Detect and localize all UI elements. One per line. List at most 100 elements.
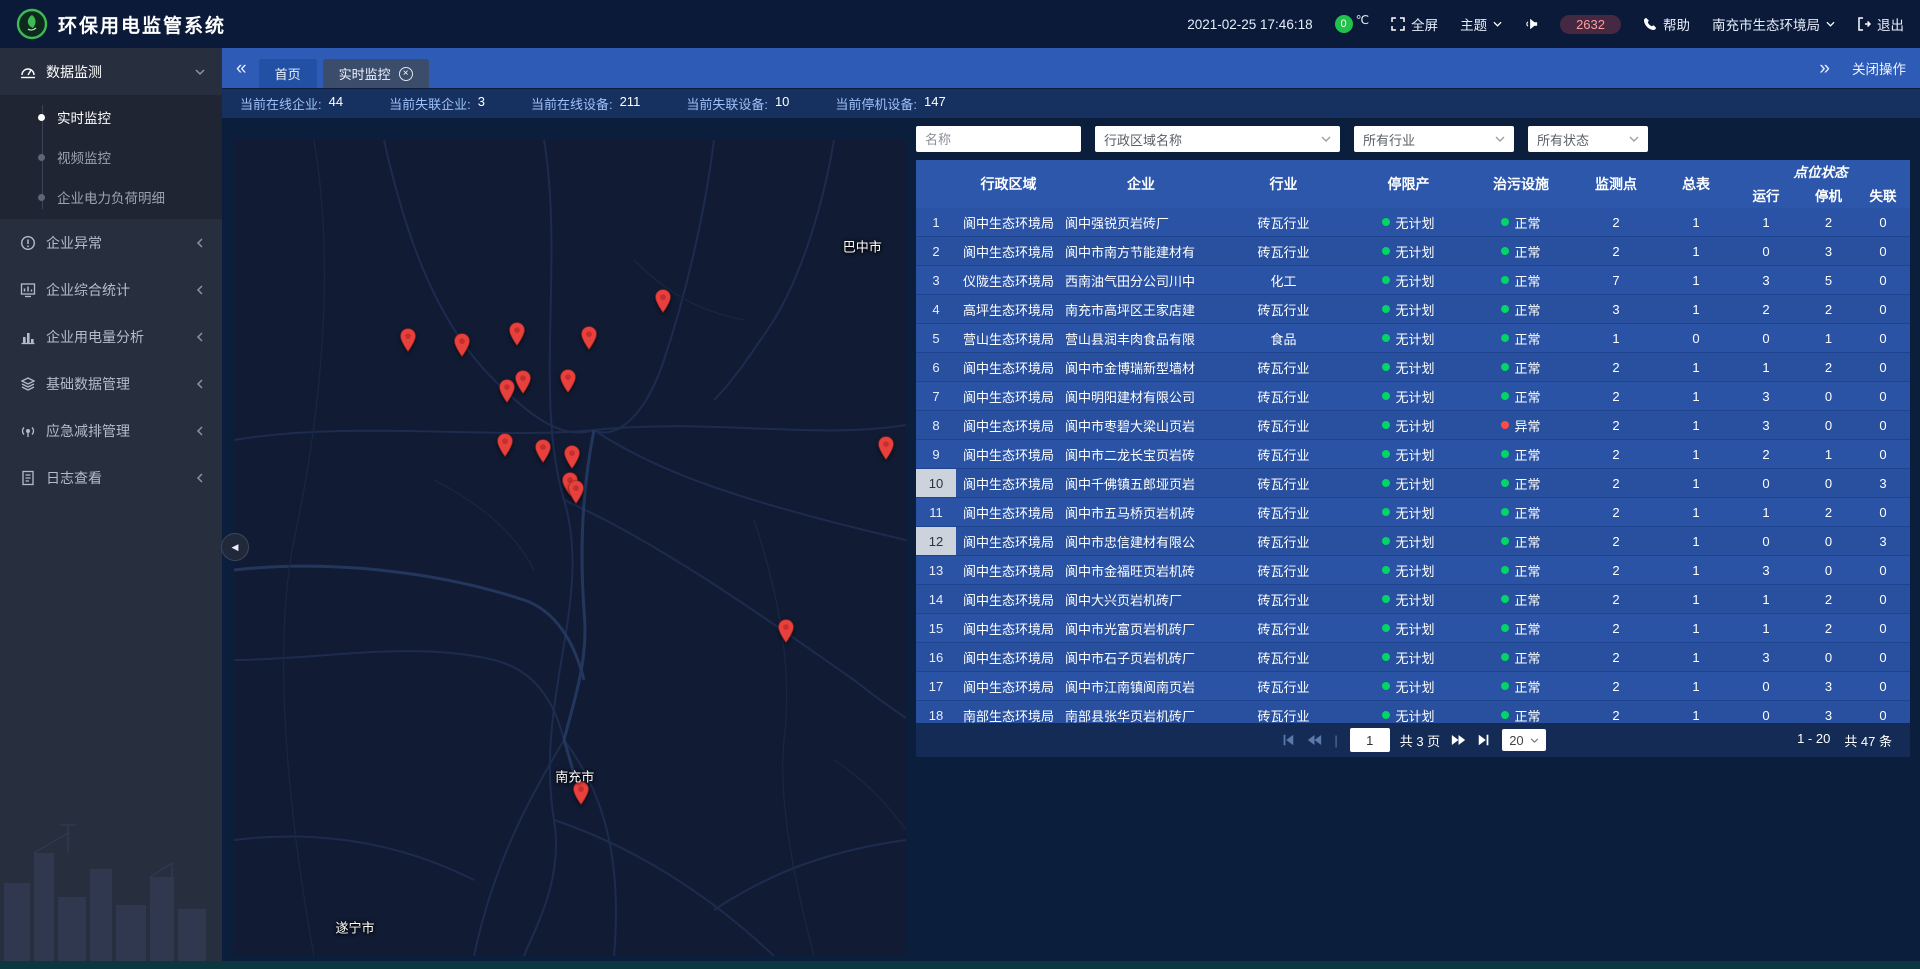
cell-company: 阆中市光富页岩机砖厂: [1061, 614, 1221, 642]
bullet-icon: [38, 114, 45, 121]
table-row[interactable]: 17阆中生态环境局阆中市江南镇阆南页岩砖瓦行业无计划正常21030: [916, 672, 1910, 701]
sidebar-item-enterprise-abnormal[interactable]: 企业异常: [0, 219, 222, 266]
map-pin[interactable]: [877, 436, 894, 465]
city-label: 南充市: [555, 767, 594, 786]
cell-stop: 3: [1801, 672, 1856, 700]
page-number-input[interactable]: [1350, 728, 1390, 752]
table-row[interactable]: 3仪陇生态环境局西南油气田分公司川中化工无计划正常71350: [916, 266, 1910, 295]
map-pin[interactable]: [400, 328, 417, 357]
pin-icon: [453, 333, 470, 357]
status-dot-icon: [1382, 711, 1390, 719]
map-pin[interactable]: [535, 439, 552, 468]
cell-points: 1: [1571, 324, 1661, 352]
sidebar-subitem-realtime-monitoring[interactable]: 实时监控: [0, 97, 222, 137]
fullscreen-button[interactable]: 全屏: [1391, 14, 1438, 34]
map-pin[interactable]: [508, 322, 525, 351]
cell-points: 2: [1571, 672, 1661, 700]
table-row[interactable]: 5营山生态环境局营山县润丰肉食品有限食品无计划正常10010: [916, 324, 1910, 353]
last-page-button[interactable]: [1476, 733, 1492, 747]
cell-points: 2: [1571, 440, 1661, 468]
table-row[interactable]: 1阆中生态环境局阆中强锐页岩砖厂砖瓦行业无计划正常21120: [916, 208, 1910, 237]
page-size-select[interactable]: 20: [1502, 729, 1545, 751]
logout-icon: [1857, 17, 1871, 31]
tab-close-icon[interactable]: ×: [399, 67, 413, 81]
table-row[interactable]: 18南部生态环境局南部县张华页岩机砖厂砖瓦行业无计划正常21030: [916, 701, 1910, 723]
sidebar-item-base-data-management[interactable]: 基础数据管理: [0, 360, 222, 407]
status-dot-icon: [1382, 276, 1390, 284]
map-pin[interactable]: [498, 379, 515, 408]
sidebar-subitem-power-load-detail[interactable]: 企业电力负荷明细: [0, 177, 222, 217]
cell-lost: 0: [1856, 498, 1910, 526]
map-pin[interactable]: [496, 433, 513, 462]
theme-dropdown[interactable]: 主题: [1460, 14, 1502, 34]
table-header: 行政区域 企业 行业 停限产 治污设施 监测点 总表 点位状态 运行 停机 失联: [916, 160, 1910, 208]
map-panel[interactable]: 巴中市南充市遂宁市 ◀: [234, 140, 906, 956]
notice-count-badge[interactable]: 2632: [1560, 15, 1621, 34]
map-collapse-button[interactable]: ◀: [221, 533, 249, 561]
cell-facility-status: 正常: [1471, 266, 1571, 294]
map-pin[interactable]: [559, 369, 576, 398]
map-pin[interactable]: [568, 480, 585, 509]
table-row[interactable]: 13阆中生态环境局阆中市金福旺页岩机砖砖瓦行业无计划正常21300: [916, 556, 1910, 585]
logout-button[interactable]: 退出: [1857, 14, 1904, 34]
close-operations-button[interactable]: 关闭操作: [1852, 58, 1906, 78]
cell-meters: 1: [1661, 498, 1731, 526]
tab-home[interactable]: 首页: [259, 59, 317, 88]
table-row[interactable]: 8阆中生态环境局阆中市枣碧大梁山页岩砖瓦行业无计划异常21300: [916, 411, 1910, 440]
table-row[interactable]: 14阆中生态环境局阆中大兴页岩机砖厂砖瓦行业无计划正常21120: [916, 585, 1910, 614]
table-row[interactable]: 4高坪生态环境局南充市高坪区王家店建砖瓦行业无计划正常31220: [916, 295, 1910, 324]
cell-facility-status: 正常: [1471, 672, 1571, 700]
sidebar-item-power-usage-analysis[interactable]: 企业用电量分析: [0, 313, 222, 360]
chevron-down-icon: [1826, 21, 1835, 27]
header-facility: 治污设施: [1471, 160, 1571, 208]
sidebar-item-log-view[interactable]: 日志查看: [0, 454, 222, 501]
help-button[interactable]: 帮助: [1643, 14, 1690, 34]
map-pin[interactable]: [654, 289, 671, 318]
sidebar-subitem-video-monitoring[interactable]: 视频监控: [0, 137, 222, 177]
scroll-tabs-right-button[interactable]: »: [1819, 59, 1830, 78]
sidebar-item-data-monitoring[interactable]: 数据监测: [0, 48, 222, 95]
table-row[interactable]: 10阆中生态环境局阆中千佛镇五郎垭页岩砖瓦行业无计划正常21003: [916, 469, 1910, 498]
map-pin[interactable]: [564, 445, 581, 474]
map-pin[interactable]: [580, 326, 597, 355]
scroll-tabs-left-button[interactable]: «: [236, 59, 247, 78]
table-row[interactable]: 12阆中生态环境局阆中市忠信建材有限公砖瓦行业无计划正常21003: [916, 527, 1910, 556]
region-select[interactable]: 行政区域名称: [1095, 126, 1340, 152]
table-row[interactable]: 16阆中生态环境局阆中市石子页岩机砖厂砖瓦行业无计划正常21300: [916, 643, 1910, 672]
map-pin[interactable]: [514, 370, 531, 399]
next-page-icon: [1451, 733, 1466, 747]
tab-realtime[interactable]: 实时监控×: [323, 59, 429, 88]
table-row[interactable]: 6阆中生态环境局阆中市金博瑞新型墙材砖瓦行业无计划正常21120: [916, 353, 1910, 382]
announcement-button[interactable]: [1524, 17, 1538, 31]
industry-select[interactable]: 所有行业: [1354, 126, 1514, 152]
status-select[interactable]: 所有状态: [1528, 126, 1648, 152]
table-row[interactable]: 9阆中生态环境局阆中市二龙长宝页岩砖砖瓦行业无计划正常21210: [916, 440, 1910, 469]
table-row[interactable]: 15阆中生态环境局阆中市光富页岩机砖厂砖瓦行业无计划正常21120: [916, 614, 1910, 643]
table-row[interactable]: 11阆中生态环境局阆中市五马桥页岩机砖砖瓦行业无计划正常21120: [916, 498, 1910, 527]
name-search-input[interactable]: [916, 126, 1081, 152]
org-dropdown[interactable]: 南充市生态环境局: [1712, 14, 1835, 34]
map-pin[interactable]: [777, 619, 794, 648]
chevron-left-icon: [194, 425, 206, 437]
record-total-label: 共 47 条: [1844, 731, 1892, 750]
map-pin[interactable]: [453, 333, 470, 362]
sidebar-item-enterprise-statistics[interactable]: 企业综合统计: [0, 266, 222, 313]
prev-page-button[interactable]: [1306, 733, 1322, 747]
cell-company: 阆中市石子页岩机砖厂: [1061, 643, 1221, 671]
cell-points: 2: [1571, 411, 1661, 439]
bullet-icon: [38, 154, 45, 161]
header-run: 运行: [1731, 182, 1801, 208]
sidebar-item-emergency-reduction[interactable]: 应急减排管理: [0, 407, 222, 454]
header-stop: 停机: [1801, 182, 1856, 208]
last-page-icon: [1477, 733, 1491, 747]
next-page-button[interactable]: [1450, 733, 1466, 747]
cell-lost: 0: [1856, 382, 1910, 410]
header-company: 企业: [1061, 160, 1221, 208]
stat-online-devices: 当前在线设备:211: [531, 94, 640, 113]
table-row[interactable]: 2阆中生态环境局阆中市南方节能建材有砖瓦行业无计划正常21030: [916, 237, 1910, 266]
table-row[interactable]: 7阆中生态环境局阆中明阳建材有限公司砖瓦行业无计划正常21300: [916, 382, 1910, 411]
cell-industry: 砖瓦行业: [1221, 411, 1346, 439]
status-dot-icon: [1382, 653, 1390, 661]
brand: 环保用电监管系统: [16, 8, 226, 40]
first-page-button[interactable]: [1280, 733, 1296, 747]
